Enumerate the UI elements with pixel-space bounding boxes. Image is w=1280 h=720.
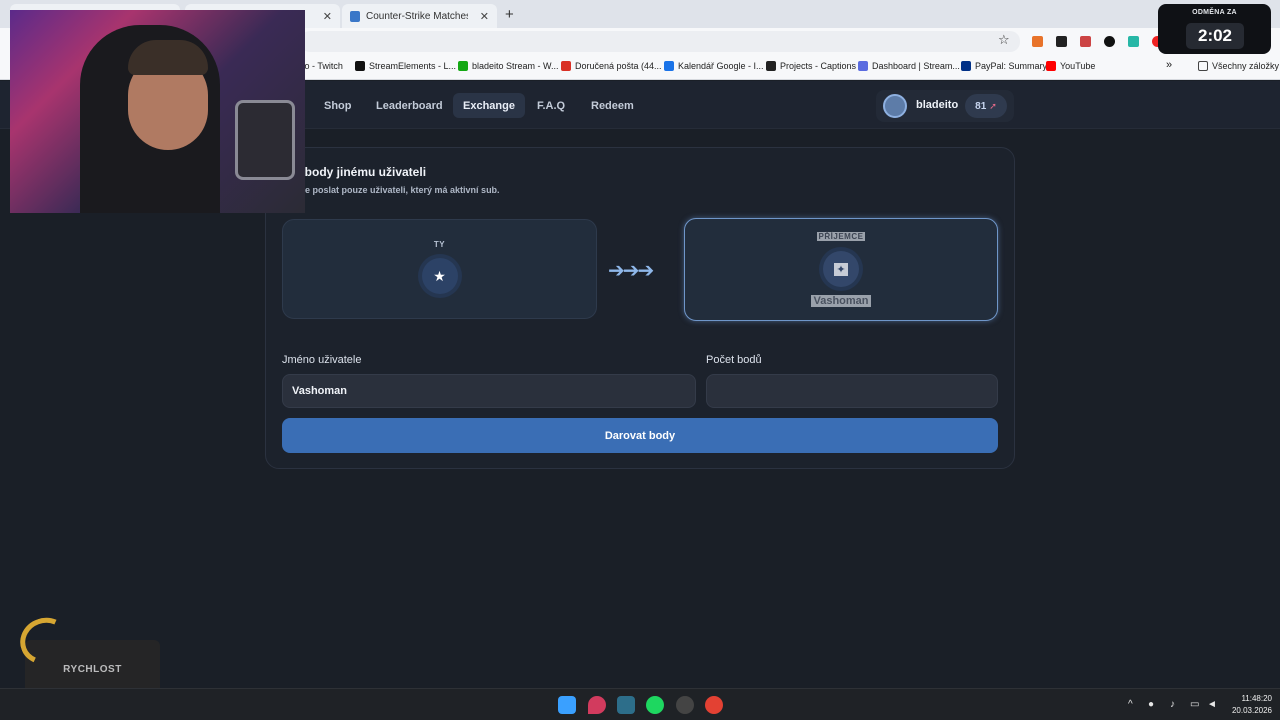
- paypal-icon: [961, 61, 971, 71]
- calendar-icon: [664, 61, 674, 71]
- extension-icon[interactable]: [1128, 36, 1139, 47]
- bookmark-item[interactable]: bladeito Stream - W...: [458, 61, 559, 71]
- nav-faq[interactable]: F.A.Q: [527, 93, 575, 118]
- exchange-card: i body jinému uživateli lze poslat pouze…: [265, 147, 1015, 469]
- app-icon[interactable]: [676, 696, 694, 714]
- reward-timer: ODMĚNA ZA 2:02: [1158, 4, 1271, 54]
- webcam-overlay: [10, 10, 305, 213]
- extension-icon[interactable]: [1080, 36, 1091, 47]
- chrome-icon[interactable]: [705, 696, 723, 714]
- receiver-label: PŘÍJEMCE: [816, 232, 866, 241]
- donate-button[interactable]: Darovat body: [282, 418, 998, 453]
- close-icon[interactable]: ✕: [323, 10, 332, 23]
- username-label: Jméno uživatele: [282, 354, 362, 366]
- rocket-icon: ➚: [989, 100, 997, 111]
- app-icon[interactable]: [588, 696, 606, 714]
- sender-label: TY: [433, 240, 446, 249]
- bookmark-item[interactable]: Kalendář Google - I...: [664, 61, 764, 71]
- card-subtitle: lze poslat pouze uživateli, který má akt…: [298, 185, 500, 195]
- bookmark-item[interactable]: Projects - Captions: [766, 61, 856, 71]
- close-icon[interactable]: ✕: [480, 10, 489, 23]
- speed-label: RYCHLOST: [63, 664, 122, 675]
- spotify-icon[interactable]: [646, 696, 664, 714]
- sparkle-icon: ✦: [823, 251, 859, 287]
- extension-icon[interactable]: [1056, 36, 1067, 47]
- avatar: [883, 94, 907, 118]
- points-label: Počet bodů: [706, 354, 762, 366]
- url-input[interactable]: [300, 31, 1020, 52]
- card-title: i body jinému uživateli: [298, 165, 427, 179]
- folder-icon: [1198, 61, 1208, 71]
- monitor-icon[interactable]: ▭: [1190, 699, 1199, 710]
- star-icon: ★: [421, 258, 458, 294]
- new-tab-icon[interactable]: +: [505, 6, 514, 23]
- extension-icon[interactable]: [1032, 36, 1043, 47]
- app-icon[interactable]: [617, 696, 635, 714]
- start-icon[interactable]: [558, 696, 576, 714]
- stream-icon: [458, 61, 468, 71]
- bookmark-item[interactable]: ito - Twitch: [300, 61, 343, 71]
- timer-label: ODMĚNA ZA: [1192, 9, 1237, 16]
- arrow-icon: ➔➔➔: [608, 260, 654, 282]
- bookmark-item[interactable]: PayPal: Summary: [961, 61, 1047, 71]
- browser-tab[interactable]: Counter-Strike Matches & lives ✕: [342, 4, 497, 28]
- user-menu[interactable]: bladeito 81 ➚: [876, 90, 1014, 122]
- all-bookmarks-button[interactable]: Všechny záložky: [1198, 61, 1279, 71]
- youtube-icon: [1046, 61, 1056, 71]
- bookmark-item[interactable]: StreamElements - L...: [355, 61, 456, 71]
- receiver-name: Vashoman: [811, 295, 871, 307]
- microphone-icon[interactable]: ♪: [1170, 699, 1175, 710]
- timer-value: 2:02: [1186, 23, 1244, 49]
- chevron-up-icon[interactable]: ^: [1128, 699, 1133, 710]
- star-icon[interactable]: ☆: [998, 32, 1010, 48]
- steam-icon[interactable]: ●: [1148, 699, 1154, 710]
- nav-exchange[interactable]: Exchange: [453, 93, 525, 118]
- bookmark-item[interactable]: Doručená pošta (44...: [561, 61, 662, 71]
- streamelements-icon: [355, 61, 365, 71]
- username-input[interactable]: Vashoman: [282, 374, 696, 408]
- streamer-hair: [128, 40, 208, 75]
- extension-icon[interactable]: [1104, 36, 1115, 47]
- points-badge: 81 ➚: [965, 94, 1007, 118]
- nav-redeem[interactable]: Redeem: [581, 93, 644, 118]
- gmail-icon: [561, 61, 571, 71]
- receiver-panel: PŘÍJEMCE ✦ Vashoman: [684, 218, 998, 321]
- more-bookmarks-button[interactable]: »: [1166, 59, 1172, 71]
- system-clock[interactable]: 11:48:20 20.03.2026: [1222, 693, 1272, 717]
- hltv-icon: [350, 10, 360, 22]
- sender-panel: TY ★: [282, 219, 597, 319]
- background-shelf: [235, 100, 295, 180]
- points-input[interactable]: [706, 374, 998, 408]
- nav-shop[interactable]: Shop: [314, 93, 362, 118]
- volume-icon[interactable]: ◄: [1207, 699, 1217, 710]
- username: bladeito: [916, 99, 959, 111]
- captions-icon: [766, 61, 776, 71]
- taskbar: ^ ● ♪ ▭ ◄ 11:48:20 20.03.2026: [0, 688, 1280, 720]
- bookmark-item[interactable]: Dashboard | Stream...: [858, 61, 960, 71]
- nav-leaderboard[interactable]: Leaderboard: [366, 93, 453, 118]
- dashboard-icon: [858, 61, 868, 71]
- bookmark-item[interactable]: YouTube: [1046, 61, 1095, 71]
